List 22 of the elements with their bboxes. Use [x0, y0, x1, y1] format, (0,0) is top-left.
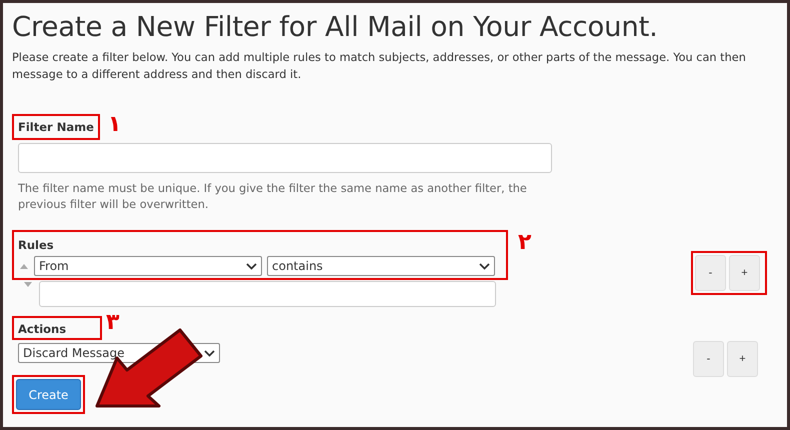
- add-rule-button[interactable]: +: [729, 255, 760, 291]
- step-number: ۳: [106, 312, 120, 334]
- field-label: Actions: [17, 321, 68, 338]
- move-down-icon[interactable]: [23, 281, 33, 289]
- remove-rule-button[interactable]: -: [695, 255, 726, 291]
- step-number: ۲: [518, 232, 532, 254]
- step-number: ۱: [108, 114, 122, 136]
- chevron-down-icon: [204, 350, 215, 356]
- chevron-down-icon: [479, 262, 490, 270]
- chevron-down-icon: [246, 262, 257, 270]
- filter-name-input[interactable]: [18, 143, 552, 173]
- rule-field-select[interactable]: From: [34, 256, 262, 276]
- remove-action-button[interactable]: -: [693, 341, 724, 377]
- page-title: Create a New Filter for All Mail on Your Account.: [12, 11, 659, 43]
- rule-operator-select[interactable]: contains: [267, 256, 495, 276]
- help-text: The filter name must be unique. If you give the filter the same name as another filter, the previous filter will be overwritten.: [18, 181, 528, 213]
- add-action-button[interactable]: +: [727, 341, 758, 377]
- move-up-icon[interactable]: [19, 262, 29, 270]
- description: Please create a filter below. You can add multiple rules to match subjects, addresses, or other parts of the message. You can then message to a different address and then discard it.: [12, 50, 747, 83]
- field-label: Filter Name: [17, 119, 95, 136]
- rule-value-input[interactable]: [39, 281, 496, 307]
- field-label: Rules: [17, 237, 55, 254]
